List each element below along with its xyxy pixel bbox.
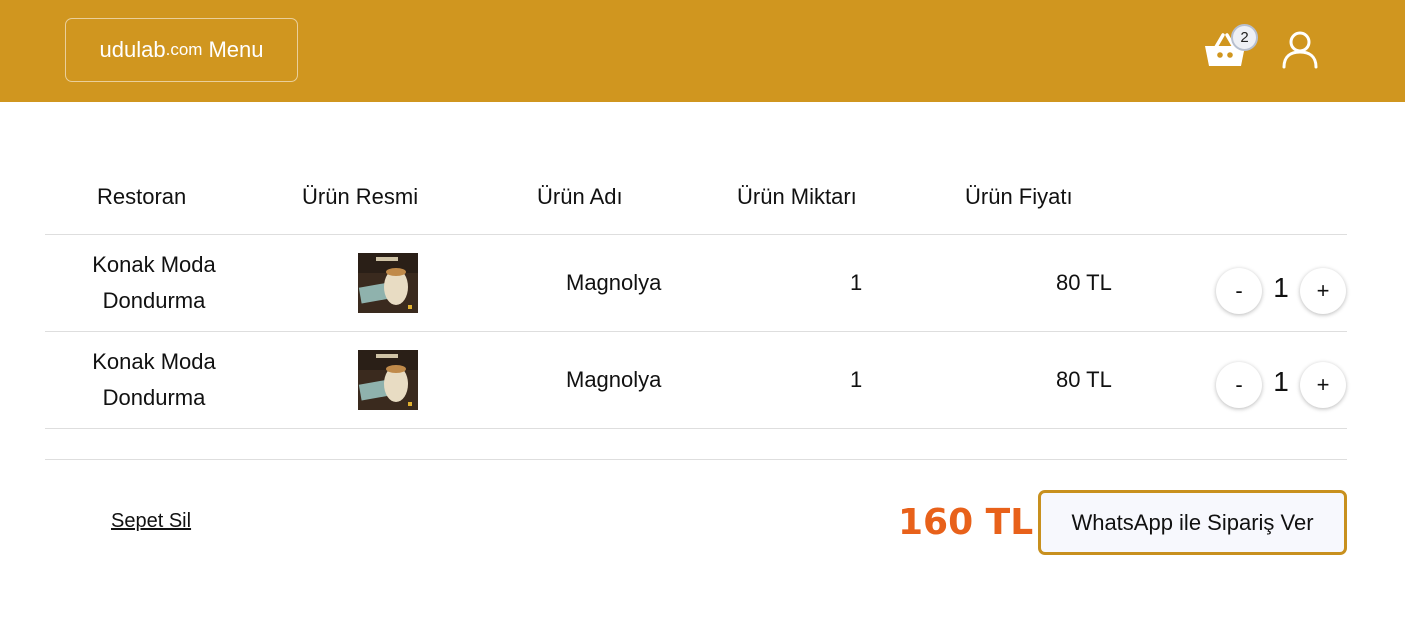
user-icon: [1282, 31, 1318, 69]
product-quantity: 1: [850, 270, 863, 295]
product-thumbnail: [358, 350, 418, 410]
cart-total: 160 TL: [898, 502, 1034, 543]
table-row: Konak Moda Dondurma Magnolya 1 80 TL - 1…: [45, 235, 1347, 332]
brand-suffix: Menu: [208, 37, 264, 62]
cart-table-header: Restoran Ürün Resmi Ürün Adı Ürün Miktar…: [45, 160, 1347, 235]
cart-count-badge: 2: [1231, 24, 1258, 51]
product-thumbnail: [358, 253, 418, 313]
product-name: Magnolya: [566, 367, 662, 392]
header-product-image: Ürün Resmi: [302, 184, 419, 209]
footer-divider: [45, 459, 1347, 460]
navbar: udulab .com Menu 2: [0, 0, 1405, 102]
restaurant-name: Konak Moda Dondurma: [92, 252, 216, 313]
cart-button[interactable]: 2: [1200, 24, 1260, 74]
whatsapp-order-button[interactable]: WhatsApp ile Sipariş Ver: [1038, 490, 1347, 555]
brand-domain: .com: [165, 40, 203, 59]
user-account-button[interactable]: [1280, 30, 1320, 70]
stepper-value: 1: [1273, 366, 1289, 397]
stepper-value: 1: [1273, 272, 1289, 303]
product-quantity: 1: [850, 367, 863, 392]
brand-name: udulab: [99, 37, 166, 62]
decrement-button[interactable]: -: [1216, 362, 1262, 408]
table-row: Konak Moda Dondurma Magnolya 1 80 TL - 1…: [45, 332, 1347, 429]
product-price: 80 TL: [1056, 270, 1112, 295]
brand-logo-link[interactable]: udulab .com Menu: [65, 18, 298, 82]
product-name: Magnolya: [566, 270, 662, 295]
header-restaurant: Restoran: [97, 184, 187, 209]
header-product-name: Ürün Adı: [537, 184, 623, 209]
product-price: 80 TL: [1056, 367, 1112, 392]
clear-cart-link[interactable]: Sepet Sil: [111, 510, 191, 533]
increment-button[interactable]: +: [1300, 362, 1346, 408]
increment-button[interactable]: +: [1300, 268, 1346, 314]
header-product-price: Ürün Fiyatı: [965, 184, 1073, 209]
header-product-quantity: Ürün Miktarı: [737, 184, 857, 209]
decrement-button[interactable]: -: [1216, 268, 1262, 314]
restaurant-name: Konak Moda Dondurma: [92, 349, 216, 410]
